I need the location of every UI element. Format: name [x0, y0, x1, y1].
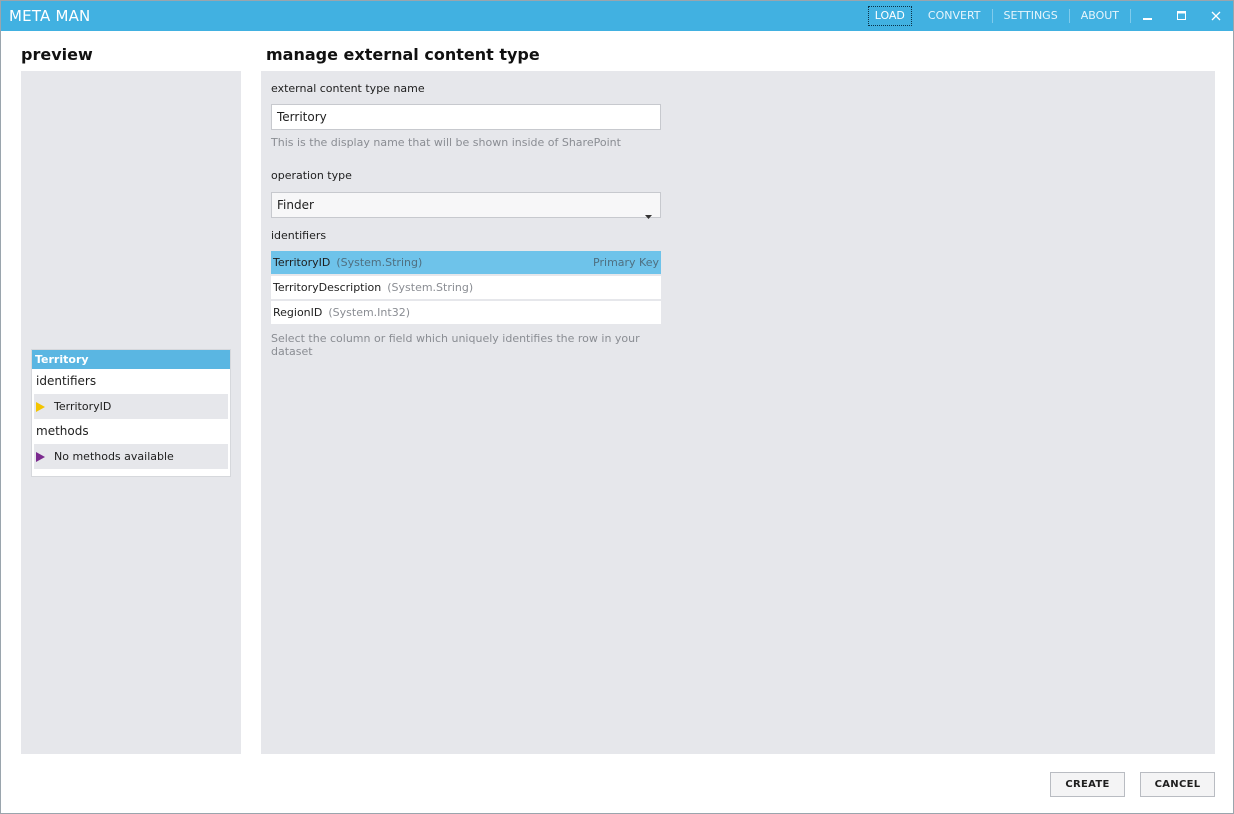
entity-card: Territory identifiers TerritoryID method…: [31, 349, 231, 477]
create-button[interactable]: CREATE: [1050, 772, 1125, 797]
operation-value: Finder: [277, 198, 314, 212]
entity-title: Territory: [32, 350, 230, 369]
identifier-name: TerritoryDescription: [273, 281, 382, 294]
close-icon: [1211, 11, 1221, 21]
operation-select[interactable]: Finder: [271, 192, 661, 219]
close-button[interactable]: [1199, 1, 1233, 31]
app-window: META MAN LOAD CONVERT SETTINGS ABOUT pre…: [0, 0, 1234, 814]
menu-about[interactable]: ABOUT: [1068, 9, 1130, 23]
preview-heading: preview: [21, 45, 93, 64]
entity-identifier-label: TerritoryID: [54, 400, 112, 413]
identifiers-label: identifiers: [271, 229, 327, 242]
identifier-name: RegionID: [273, 306, 323, 319]
chevron-down-icon: [645, 203, 652, 227]
operation-label: operation type: [271, 169, 352, 182]
identifier-type: (System.Int32): [328, 306, 410, 319]
name-label: external content type name: [271, 82, 425, 95]
name-input[interactable]: Territory: [271, 104, 661, 130]
window-controls: [1130, 9, 1233, 23]
identifier-row-territoryid[interactable]: TerritoryID (System.String) Primary Key: [271, 251, 661, 274]
identifier-name: TerritoryID: [273, 256, 331, 269]
primary-key-badge: Primary Key: [593, 256, 659, 269]
identifier-row-territorydescription[interactable]: TerritoryDescription (System.String): [271, 276, 661, 299]
maximize-button[interactable]: [1165, 1, 1199, 31]
entity-method-label: No methods available: [54, 450, 174, 463]
identifier-type: (System.String): [336, 256, 423, 269]
name-hint: This is the display name that will be sh…: [271, 136, 621, 149]
identifier-row-regionid[interactable]: RegionID (System.Int32): [271, 301, 661, 324]
entity-identifiers-label: identifiers: [36, 374, 97, 388]
minimize-button[interactable]: [1131, 1, 1165, 31]
identifiers-list: TerritoryID (System.String) Primary Key …: [271, 251, 661, 326]
maximize-icon: [1177, 11, 1186, 20]
identifier-type: (System.String): [387, 281, 474, 294]
preview-panel: Territory identifiers TerritoryID method…: [21, 71, 241, 754]
identifiers-hint: Select the column or field which uniquel…: [271, 332, 640, 358]
arrow-right-icon: [34, 451, 54, 462]
menu-settings[interactable]: SETTINGS: [991, 9, 1069, 23]
cancel-button[interactable]: CANCEL: [1140, 772, 1215, 797]
entity-method-item[interactable]: No methods available: [34, 444, 228, 469]
menu-convert[interactable]: CONVERT: [917, 9, 992, 23]
menu-load[interactable]: LOAD: [867, 6, 912, 26]
manage-panel: external content type name Territory Thi…: [261, 71, 1215, 754]
title-bar[interactable]: META MAN LOAD CONVERT SETTINGS ABOUT: [1, 1, 1233, 31]
app-title: META MAN: [9, 7, 91, 25]
top-menu: LOAD CONVERT SETTINGS ABOUT: [867, 1, 1233, 31]
minimize-icon: [1143, 18, 1152, 20]
entity-methods-label: methods: [36, 424, 89, 438]
entity-identifier-item[interactable]: TerritoryID: [34, 394, 228, 419]
manage-heading: manage external content type: [266, 45, 540, 64]
arrow-right-icon: [34, 401, 54, 412]
